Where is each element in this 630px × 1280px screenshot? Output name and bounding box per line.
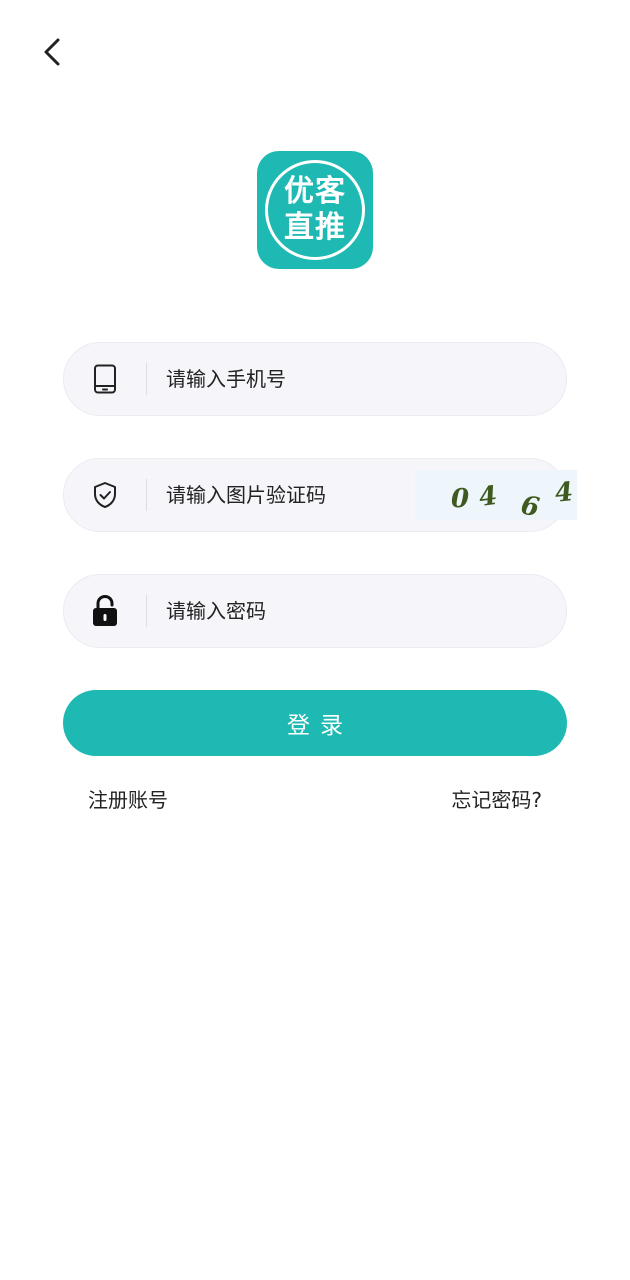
phone-field [63,342,567,416]
captcha-char: 4 [553,477,575,509]
password-field [63,574,567,648]
captcha-char: 6 [518,490,542,524]
captcha-input[interactable] [147,458,415,532]
shield-check-icon [64,458,146,532]
captcha-char: 0 [451,484,470,514]
logo-text-line1: 优客 [284,174,346,209]
login-button[interactable]: 登录 [63,690,567,756]
forgot-password-link[interactable]: 忘记密码? [451,786,542,814]
chevron-left-icon [44,38,60,66]
captcha-char: 4 [477,480,500,514]
back-button[interactable] [30,30,74,74]
phone-icon [64,342,146,416]
lock-icon [64,574,146,648]
app-logo: 优客 直推 [257,151,373,269]
captcha-field: 0 4 6 4 [63,458,577,532]
captcha-image[interactable]: 0 4 6 4 [415,470,577,523]
password-input[interactable] [147,574,566,648]
register-link[interactable]: 注册账号 [88,786,168,814]
logo-text-line2: 直推 [284,210,346,245]
phone-input[interactable] [147,342,566,416]
logo-emblem: 优客 直推 [265,160,365,260]
login-screen: 优客 直推 0 4 6 4 [0,0,630,1280]
